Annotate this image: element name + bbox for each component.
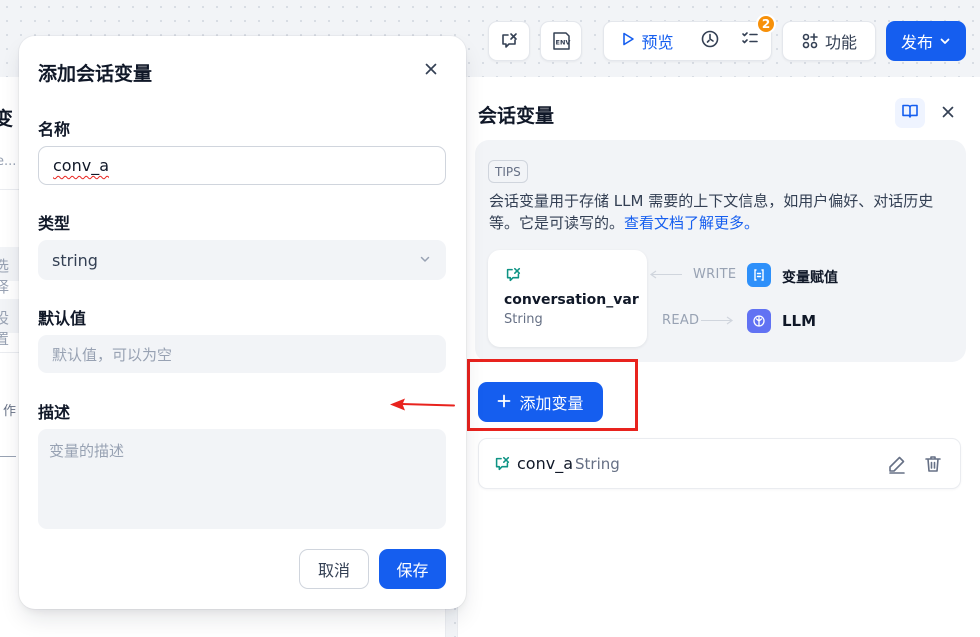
- book-open-icon: [901, 102, 919, 124]
- trash-icon[interactable]: [923, 454, 943, 478]
- description-placeholder: 变量的描述: [49, 442, 125, 460]
- add-variable-button[interactable]: 添加变量: [478, 382, 603, 422]
- features-icon: [801, 32, 819, 50]
- run-history-button[interactable]: [690, 22, 730, 60]
- example-variable-type: String: [504, 312, 543, 327]
- features-label: 功能: [824, 33, 857, 52]
- docs-button[interactable]: [895, 98, 925, 128]
- add-variable-modal: 添加会话变量 名称 conv_a 类型 string 默认值 默认值，可以为空 …: [19, 36, 466, 609]
- description-textarea[interactable]: 变量的描述: [38, 429, 446, 529]
- preview-button[interactable]: 预览: [604, 22, 690, 60]
- history-icon: [700, 29, 720, 53]
- background-select-text: 选择: [0, 257, 10, 296]
- write-label: WRITE: [693, 267, 737, 282]
- background-work-fragment: 作: [3, 404, 17, 419]
- close-icon: [424, 61, 438, 80]
- variable-name: conv_a: [517, 454, 573, 473]
- description-label: 描述: [38, 403, 71, 422]
- background-text-fragment: e...: [0, 154, 17, 169]
- variable-assigner-icon: [747, 263, 771, 287]
- preview-label: 预览: [641, 33, 674, 52]
- env-toolbar-button[interactable]: ENV: [540, 21, 582, 61]
- background-divider-2: [0, 352, 19, 353]
- panel-title: 会话变量: [478, 105, 555, 127]
- chevron-down-icon: [418, 251, 432, 270]
- tips-box: TIPS 会话变量用于存储 LLM 需要的上下文信息，如用户偏好、对话历史等。它…: [475, 140, 966, 362]
- background-settings-text: 设置: [0, 309, 10, 348]
- panel-close-button[interactable]: [936, 101, 960, 125]
- read-arrow-head-icon: [726, 316, 734, 325]
- example-variable-card: conversation_var String: [488, 250, 647, 347]
- background-divider: [0, 189, 19, 190]
- svg-text:ENV: ENV: [556, 39, 571, 47]
- publish-button[interactable]: 发布: [886, 21, 966, 61]
- read-label: READ: [662, 313, 700, 328]
- close-icon: [941, 104, 955, 123]
- play-icon: [620, 31, 636, 51]
- variable-row[interactable]: conv_a String: [478, 438, 961, 489]
- type-select-value: string: [52, 250, 98, 270]
- features-button[interactable]: 功能: [782, 21, 876, 61]
- chevron-down-icon: [939, 32, 951, 51]
- plus-icon: [497, 393, 511, 412]
- name-input[interactable]: conv_a: [38, 146, 446, 185]
- name-input-value: conv_a: [53, 156, 109, 175]
- default-value-label: 默认值: [38, 309, 87, 328]
- run-toolbar-group: 预览 2: [603, 14, 776, 61]
- background-settings-fragment[interactable]: 设置: [0, 299, 19, 348]
- default-value-input[interactable]: 默认值，可以为空: [38, 335, 446, 373]
- conversation-variable-icon: [504, 266, 522, 288]
- modal-title: 添加会话变量: [38, 63, 153, 85]
- tips-label: TIPS: [488, 160, 528, 183]
- background-title-fragment: 变: [0, 108, 14, 130]
- cancel-button[interactable]: 取消: [299, 549, 369, 589]
- checklist-icon: [740, 29, 760, 53]
- write-arrow-head-icon: [649, 270, 657, 279]
- conversation-variable-icon: [499, 31, 519, 51]
- conversation-variable-icon: [493, 455, 511, 477]
- type-select[interactable]: string: [38, 240, 446, 280]
- add-variable-label: 添加变量: [519, 394, 584, 413]
- save-button[interactable]: 保存: [379, 549, 446, 589]
- docs-link[interactable]: 查看文档了解更多。: [624, 214, 759, 232]
- write-node-name: 变量赋值: [782, 270, 838, 286]
- name-label: 名称: [38, 120, 71, 139]
- conversation-variable-toolbar-button[interactable]: [488, 21, 530, 61]
- background-select-fragment[interactable]: 选择: [0, 247, 19, 296]
- default-value-placeholder: 默认值，可以为空: [52, 345, 173, 364]
- background-connector-line: [0, 456, 16, 457]
- publish-label: 发布: [900, 33, 933, 52]
- checklist-badge: 2: [756, 14, 776, 34]
- modal-close-button[interactable]: [421, 60, 441, 80]
- edit-icon[interactable]: [887, 454, 907, 478]
- type-label: 类型: [38, 214, 71, 233]
- env-icon: ENV: [550, 30, 572, 52]
- variable-type: String: [575, 455, 620, 473]
- annotation-arrow-icon: [390, 398, 455, 411]
- conversation-variables-panel: 会话变量 TIPS 会话变量用于存储 LLM 需要的上下文信息，如用户偏好、对话…: [457, 77, 980, 637]
- checklist-button[interactable]: 2: [730, 14, 776, 60]
- llm-icon: [747, 309, 771, 333]
- tips-text: 会话变量用于存储 LLM 需要的上下文信息，如用户偏好、对话历史等。它是可读写的…: [489, 190, 954, 234]
- example-variable-name: conversation_var: [504, 292, 639, 308]
- read-node-name: LLM: [782, 312, 817, 330]
